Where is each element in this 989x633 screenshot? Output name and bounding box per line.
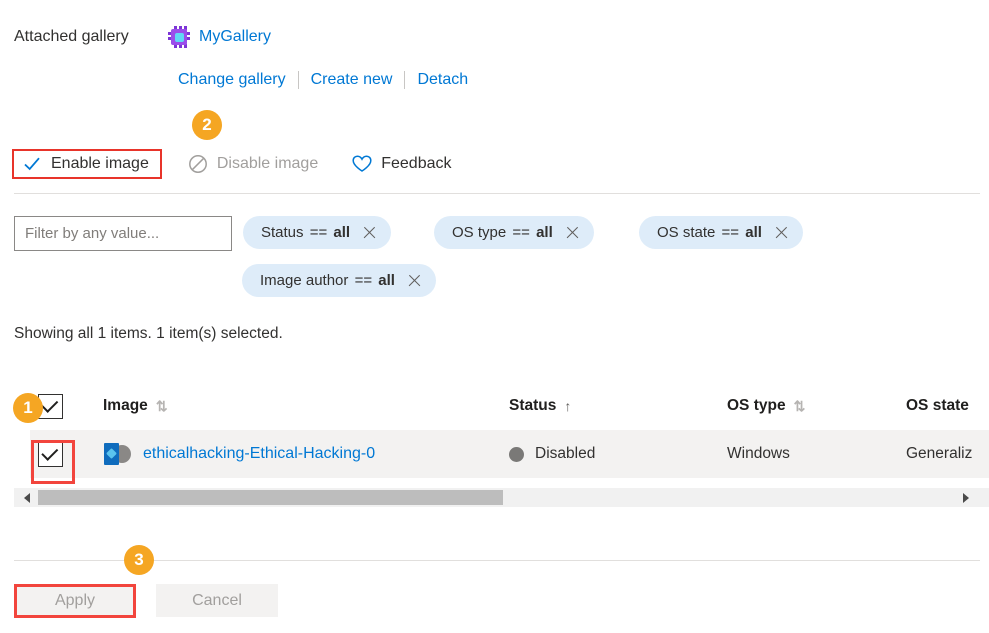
row-os-type-text: Windows xyxy=(727,445,790,462)
filter-pill-os-type[interactable]: OS type == all xyxy=(434,216,594,249)
row-image-cell: ethicalhacking-Ethical-Hacking-0 xyxy=(103,430,375,478)
sort-both-icon[interactable]: ⇅ xyxy=(794,398,806,415)
column-header-image-label: Image xyxy=(103,397,148,414)
filter-pill-status-remove-icon[interactable] xyxy=(362,225,377,240)
row-checkbox-highlight xyxy=(31,440,75,484)
sort-both-icon[interactable]: ⇅ xyxy=(156,398,168,415)
column-header-status-label: Status xyxy=(509,397,557,414)
gallery-chip[interactable]: MyGallery xyxy=(168,26,271,48)
column-header-os-state[interactable]: OS state xyxy=(906,382,969,430)
enable-image-label: Enable image xyxy=(51,155,149,172)
disable-image-label: Disable image xyxy=(216,155,319,172)
scroll-left-arrow-icon[interactable] xyxy=(17,488,36,507)
toolbar-divider xyxy=(14,193,980,194)
filter-pill-os-type-text: OS type == all xyxy=(452,224,553,241)
block-icon xyxy=(188,154,208,174)
gallery-actions: Change gallery Create new Detach xyxy=(178,71,480,89)
checkmark-icon xyxy=(22,154,42,174)
filter-pill-image-author-remove-icon[interactable] xyxy=(407,273,422,288)
step-badge-2: 2 xyxy=(192,110,222,140)
scroll-right-arrow-icon[interactable] xyxy=(956,488,975,507)
scroll-thumb[interactable] xyxy=(38,490,503,505)
results-summary: Showing all 1 items. 1 item(s) selected. xyxy=(14,325,283,342)
attached-gallery-label: Attached gallery xyxy=(14,28,129,45)
footer-buttons: Apply Cancel xyxy=(14,584,278,617)
step-badge-1: 1 xyxy=(13,393,43,423)
row-status-text: Disabled xyxy=(535,445,596,462)
detach-link[interactable]: Detach xyxy=(405,71,480,89)
row-status-cell: Disabled xyxy=(509,430,595,478)
change-gallery-link[interactable]: Change gallery xyxy=(178,71,298,89)
filter-pill-os-state[interactable]: OS state == all xyxy=(639,216,803,249)
disable-image-button: Disable image xyxy=(180,147,326,181)
row-os-state-cell: Generaliz xyxy=(906,430,972,478)
column-header-os-state-label: OS state xyxy=(906,397,969,414)
filter-pill-status-text: Status == all xyxy=(261,224,351,241)
gallery-chip-icon xyxy=(168,26,190,48)
filter-pill-os-state-remove-icon[interactable] xyxy=(774,225,789,240)
column-header-status[interactable]: Status ↑ xyxy=(509,382,571,430)
vm-image-icon xyxy=(103,442,131,466)
cancel-button[interactable]: Cancel xyxy=(156,584,278,617)
image-table: Image ⇅ Status ↑ OS type ⇅ OS state ethi… xyxy=(0,382,989,478)
row-os-type-cell: Windows xyxy=(727,430,790,478)
table-row[interactable]: ethicalhacking-Ethical-Hacking-0 Disable… xyxy=(30,430,989,478)
column-header-image[interactable]: Image ⇅ xyxy=(103,382,168,430)
step-badge-3: 3 xyxy=(124,545,154,575)
filter-pill-os-type-remove-icon[interactable] xyxy=(565,225,580,240)
table-horizontal-scrollbar[interactable] xyxy=(14,488,989,507)
footer-divider xyxy=(14,560,980,561)
filter-pill-status[interactable]: Status == all xyxy=(243,216,392,249)
enable-image-button[interactable]: Enable image xyxy=(12,149,162,179)
filter-pill-image-author-text: Image author == all xyxy=(260,272,395,289)
apply-button[interactable]: Apply xyxy=(14,584,136,617)
column-header-os-type-label: OS type xyxy=(727,397,786,414)
heart-icon xyxy=(352,154,372,174)
feedback-label: Feedback xyxy=(381,155,452,172)
filter-input[interactable] xyxy=(14,216,232,251)
image-name-link[interactable]: ethicalhacking-Ethical-Hacking-0 xyxy=(143,445,375,463)
column-header-os-type[interactable]: OS type ⇅ xyxy=(727,382,806,430)
feedback-button[interactable]: Feedback xyxy=(344,147,459,181)
status-dot-icon xyxy=(509,446,524,462)
create-new-link[interactable]: Create new xyxy=(299,71,405,89)
table-header-row: Image ⇅ Status ↑ OS type ⇅ OS state xyxy=(0,382,989,430)
filter-pill-os-state-text: OS state == all xyxy=(657,224,762,241)
attached-gallery-row: Attached gallery MyGallery xyxy=(14,26,271,48)
filter-pill-image-author[interactable]: Image author == all xyxy=(242,264,436,297)
sort-ascending-icon[interactable]: ↑ xyxy=(564,398,571,414)
command-bar: Enable image Disable image Feedback xyxy=(12,147,460,181)
gallery-name-link[interactable]: MyGallery xyxy=(199,28,271,46)
row-os-state-text: Generaliz xyxy=(906,445,973,462)
